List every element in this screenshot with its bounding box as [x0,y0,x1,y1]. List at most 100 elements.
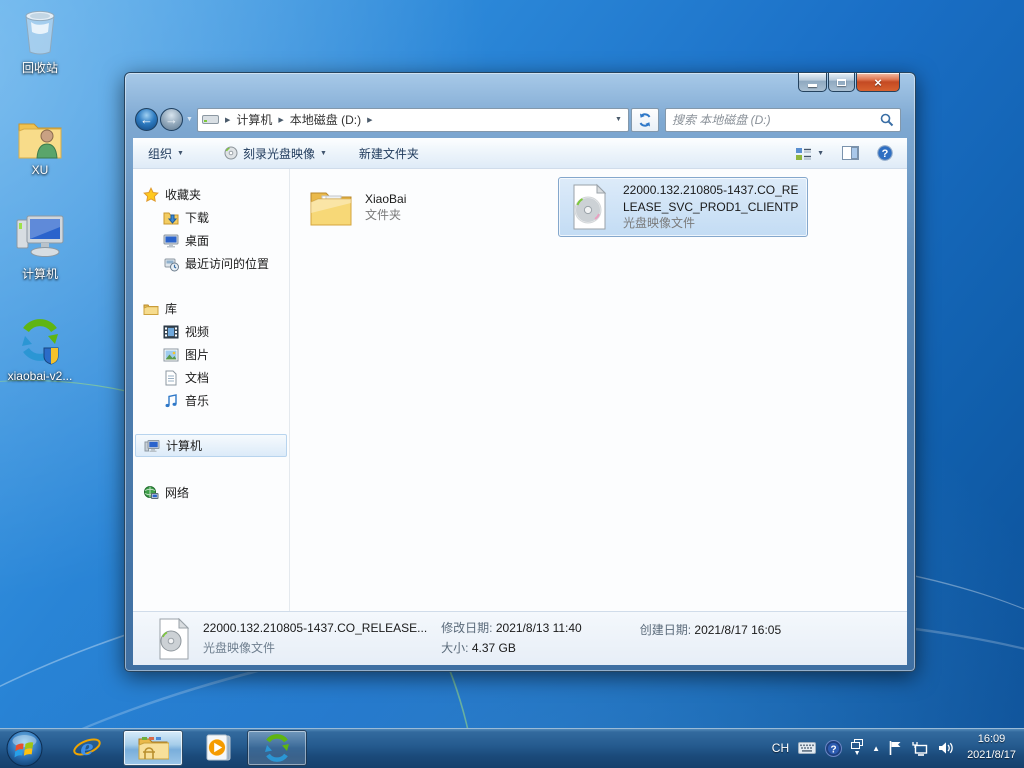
organize-button[interactable]: 组织 ▼ [139,141,193,166]
svg-text:e: e [80,735,93,760]
taskbar-ie-button[interactable]: e [65,730,109,766]
sidebar-label: 下载 [185,209,209,226]
file-list[interactable]: XiaoBai 文件夹 22000.132. [290,169,907,614]
drive-icon [202,114,219,125]
user-folder-icon [2,112,78,160]
explorer-folder-icon [137,735,169,761]
desktop-icon-computer[interactable]: 计算机 [2,214,78,282]
refresh-icon [638,113,652,127]
sidebar-label: 桌面 [185,232,209,249]
sidebar-item-favorites[interactable]: 收藏夹 [133,183,289,206]
breadcrumb-computer[interactable]: 计算机 [236,111,272,128]
sidebar-label: 网络 [165,484,189,501]
disc-icon [224,146,238,160]
sidebar-label: 库 [165,300,177,317]
search-icon[interactable] [880,113,894,127]
file-name: 22000.132.210805-1437.CO_RELEASE_SVC_PRO… [623,182,801,215]
network-icon[interactable] [911,741,929,756]
address-bar[interactable]: ▶ 计算机 ▶ 本地磁盘 (D:) ▶ ▼ [197,108,629,132]
sidebar-item-documents[interactable]: 文档 [133,366,289,389]
taskbar-clock[interactable]: 16:09 2021/8/17 [967,732,1016,764]
clock-date: 2021/8/17 [967,748,1016,764]
desktop: 回收站 XU 计算机 [0,0,1024,768]
taskbar-explorer-button[interactable] [123,730,183,766]
xiaobai-app-icon [2,318,78,366]
sidebar-item-desktop[interactable]: 桌面 [133,229,289,252]
help-icon: ? [877,145,893,161]
desktop-icon-label: 计算机 [2,265,78,282]
crumb-separator: ▶ [278,116,283,124]
svg-text:?: ? [882,148,889,160]
sidebar-item-music[interactable]: 音乐 [133,389,289,412]
keyboard-icon[interactable] [798,742,816,754]
preview-pane-button[interactable] [838,142,863,164]
star-icon [143,187,159,203]
desktop-icon-xu[interactable]: XU [2,112,78,177]
language-help-icon[interactable]: ? [825,740,842,757]
search-box[interactable]: 搜索 本地磁盘 (D:) [665,108,901,132]
navigation-pane: 收藏夹 下载 桌面 [133,169,289,614]
sidebar-item-recent-places[interactable]: 最近访问的位置 [133,252,289,275]
new-folder-label: 新建文件夹 [359,145,419,162]
xiaobai-app-icon [262,733,292,763]
desktop-icon-label: 回收站 [2,59,78,76]
sidebar-item-downloads[interactable]: 下载 [133,206,289,229]
change-view-button[interactable]: ▼ [791,142,828,165]
volume-icon[interactable] [938,741,954,755]
start-button[interactable] [6,730,43,767]
search-placeholder: 搜索 本地磁盘 (D:) [672,111,880,128]
recent-places-icon [163,256,179,272]
address-dropdown-icon[interactable]: ▼ [615,116,622,123]
sidebar-item-computer[interactable]: 计算机 [135,434,287,457]
sidebar-label: 图片 [185,346,209,363]
action-center-flag-icon[interactable] [889,740,902,756]
burn-label: 刻录光盘映像 [243,145,315,162]
chevron-down-icon: ▼ [320,150,327,157]
desktop-icon-xiaobai[interactable]: xiaobai-v2... [2,318,78,383]
video-icon [163,324,179,340]
desktop-monitor-icon [163,233,179,249]
refresh-button[interactable] [631,108,659,132]
desktop-icon-recycle-bin[interactable]: 回收站 [2,8,78,76]
media-player-icon [202,733,232,763]
show-hidden-icons-button[interactable]: ▲ [872,744,880,753]
file-type: 文件夹 [365,207,543,223]
details-created-label: 创建日期: [640,623,691,637]
network-globe-icon [143,485,159,501]
sidebar-item-pictures[interactable]: 图片 [133,343,289,366]
maximize-button[interactable] [828,73,855,92]
sidebar-item-videos[interactable]: 视频 [133,320,289,343]
close-icon: × [874,76,882,89]
back-button[interactable]: ← [135,108,158,131]
details-modified-label: 修改日期: [441,621,492,635]
document-icon [163,370,179,386]
file-name: XiaoBai [365,191,543,207]
help-button[interactable]: ? [873,141,897,165]
taskbar-xiaobai-button[interactable] [247,730,307,766]
chevron-down-icon: ▼ [854,750,861,757]
details-size-value: 4.37 GB [472,641,516,655]
new-folder-button[interactable]: 新建文件夹 [350,141,428,166]
breadcrumb-local-disk-d[interactable]: 本地磁盘 (D:) [290,111,361,128]
details-disc-image-icon [155,618,189,660]
file-tile-folder[interactable]: XiaoBai 文件夹 [300,177,550,237]
sidebar-item-network[interactable]: 网络 [133,481,289,504]
computer-icon [2,214,78,262]
burn-disc-image-button[interactable]: 刻录光盘映像 ▼ [215,141,336,166]
minimize-button[interactable] [798,73,827,92]
internet-explorer-icon: e [72,733,102,763]
recent-pages-dropdown[interactable]: ▼ [186,116,193,123]
preview-pane-icon [842,146,859,160]
sidebar-label: 计算机 [166,437,202,454]
close-button[interactable]: × [856,73,900,92]
sidebar-label: 收藏夹 [165,186,201,203]
details-modified-value: 2021/8/13 11:40 [496,621,582,635]
sidebar-item-libraries[interactable]: 库 [133,297,289,320]
file-tile-iso-selected[interactable]: 22000.132.210805-1437.CO_RELEASE_SVC_PRO… [558,177,808,237]
forward-button[interactable]: → [160,108,183,131]
ime-indicator[interactable]: CH [772,741,789,755]
taskbar-media-player-button[interactable] [195,730,239,766]
sidebar-label: 视频 [185,323,209,340]
language-bar-options[interactable]: ▼ [851,739,863,757]
explorer-content: 收藏夹 下载 桌面 [133,169,907,614]
